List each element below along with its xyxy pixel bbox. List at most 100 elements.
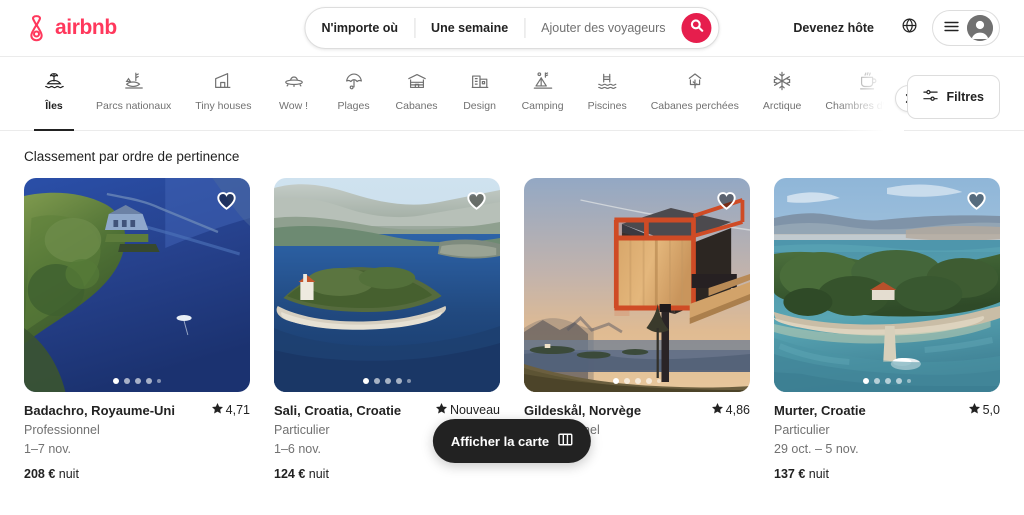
carousel-dot[interactable] <box>874 378 880 384</box>
listing-title: Gildeskål, Norvège <box>524 403 642 418</box>
carousel-dot[interactable] <box>135 378 141 384</box>
map-icon <box>558 432 573 450</box>
airbnb-logo[interactable]: airbnb <box>24 14 117 42</box>
category-label: Cabanes <box>395 100 438 112</box>
search-bar[interactable]: N'importe où Une semaine Ajouter des voy… <box>304 7 720 49</box>
favorite-heart-icon[interactable] <box>715 189 738 212</box>
tiny-house-icon <box>212 69 234 93</box>
listing-image[interactable] <box>24 178 250 392</box>
star-icon <box>211 403 223 417</box>
category-label: Design <box>463 100 496 112</box>
carousel-dot[interactable] <box>863 378 869 384</box>
search-when[interactable]: Une semaine <box>415 21 524 35</box>
image-carousel-dots[interactable] <box>524 378 750 384</box>
search-guests[interactable]: Ajouter des voyageurs <box>525 21 677 35</box>
camping-icon <box>532 69 554 93</box>
listing-image[interactable] <box>524 178 750 392</box>
category-camping[interactable]: Camping <box>510 65 576 131</box>
carousel-dot[interactable] <box>124 378 130 384</box>
cabin-icon <box>406 69 428 93</box>
beach-umbrella-icon <box>343 69 365 93</box>
show-map-button[interactable]: Afficher la carte <box>432 419 592 464</box>
listing-card[interactable]: Murter, Croatie 5,0 Particulier 29 oct. … <box>774 178 1000 481</box>
carousel-dot[interactable] <box>363 378 369 384</box>
listing-rating-value: 4,86 <box>725 403 750 417</box>
carousel-dot[interactable] <box>635 378 641 384</box>
show-map-label: Afficher la carte <box>450 433 550 449</box>
image-carousel-dots[interactable] <box>24 378 250 384</box>
listing-header-row: Murter, Croatie 5,0 <box>774 403 1000 419</box>
carousel-dot[interactable] <box>646 378 652 384</box>
category-wow[interactable]: Wow ! <box>264 65 324 131</box>
search-submit-button[interactable] <box>681 13 712 43</box>
listing-price-value: 137 € <box>774 467 806 482</box>
listing-price-value: 208 € <box>24 467 56 482</box>
bnb-cup-icon <box>857 69 879 93</box>
listing-card[interactable]: Badachro, Royaume-Uni 4,71 Professionnel… <box>24 178 250 481</box>
category-plages[interactable]: Plages <box>324 65 384 131</box>
image-carousel-dots[interactable] <box>274 378 500 384</box>
treehouse-icon <box>684 69 706 93</box>
search-icon <box>690 19 703 37</box>
carousel-dot[interactable] <box>113 378 119 384</box>
category-iles[interactable]: Îles <box>24 65 84 131</box>
carousel-dot[interactable] <box>146 378 152 384</box>
listing-rating: Nouveau <box>435 403 500 417</box>
category-piscines[interactable]: Piscines <box>576 65 639 131</box>
listing-host-type: Professionnel <box>24 422 100 437</box>
become-host-link[interactable]: Devenez hôte <box>781 11 886 45</box>
filters-button[interactable]: Filtres <box>907 75 1000 119</box>
pool-icon <box>596 69 618 93</box>
carousel-dot[interactable] <box>885 378 891 384</box>
carousel-dot[interactable] <box>907 379 911 383</box>
listing-image[interactable] <box>274 178 500 392</box>
category-design[interactable]: Design <box>450 65 510 131</box>
user-menu-button[interactable] <box>932 10 1000 46</box>
sort-label: Classement par ordre de pertinence <box>24 149 240 164</box>
carousel-dot[interactable] <box>896 378 902 384</box>
category-list[interactable]: Îles Parcs nationaux Tiny houses Wow ! P… <box>24 65 1000 131</box>
listing-title: Murter, Croatie <box>774 403 866 418</box>
ufo-icon <box>283 69 305 93</box>
star-icon <box>711 403 723 417</box>
listing-dates: 1–7 nov. <box>24 442 72 457</box>
carousel-dot[interactable] <box>385 378 391 384</box>
category-cabanes-perchees[interactable]: Cabanes perchées <box>639 65 751 131</box>
listing-image[interactable] <box>774 178 1000 392</box>
image-carousel-dots[interactable] <box>774 378 1000 384</box>
listing-rating-value: Nouveau <box>449 403 500 417</box>
category-tiny-houses[interactable]: Tiny houses <box>183 65 263 131</box>
favorite-heart-icon[interactable] <box>465 189 488 212</box>
listing-header-row: Gildeskål, Norvège 4,86 <box>524 403 750 419</box>
header-actions: Devenez hôte <box>781 10 1000 46</box>
category-label: Camping <box>521 100 564 112</box>
carousel-dot[interactable] <box>374 378 380 384</box>
category-arctique[interactable]: Arctique <box>751 65 814 131</box>
search-where[interactable]: N'importe où <box>305 21 414 35</box>
listing-header-row: Sali, Croatia, Croatie Nouveau <box>274 403 500 419</box>
listing-rating: 4,71 <box>211 403 250 417</box>
favorite-heart-icon[interactable] <box>965 189 988 212</box>
category-parcs-nationaux[interactable]: Parcs nationaux <box>84 65 183 131</box>
favorite-heart-icon[interactable] <box>215 189 238 212</box>
airbnb-mark-icon <box>24 14 49 42</box>
category-label: Arctique <box>762 100 802 112</box>
listing-rating-value: 5,0 <box>982 403 1000 417</box>
carousel-dot[interactable] <box>624 378 630 384</box>
category-cabanes[interactable]: Cabanes <box>384 65 450 131</box>
carousel-dot[interactable] <box>657 379 661 383</box>
carousel-dot[interactable] <box>613 378 619 384</box>
category-label: Wow ! <box>279 100 309 112</box>
listing-price-value: 124 € <box>274 467 306 482</box>
language-globe-button[interactable] <box>892 11 926 45</box>
star-icon <box>968 403 980 417</box>
category-label: Plages <box>337 100 370 112</box>
carousel-dot[interactable] <box>396 378 402 384</box>
carousel-dot[interactable] <box>157 379 161 383</box>
listing-price-unit: nuit <box>58 467 79 482</box>
listing-title: Badachro, Royaume-Uni <box>24 403 175 418</box>
category-label: Piscines <box>587 100 627 112</box>
star-icon <box>435 403 447 417</box>
listing-price-unit: nuit <box>808 467 829 482</box>
carousel-dot[interactable] <box>407 379 411 383</box>
